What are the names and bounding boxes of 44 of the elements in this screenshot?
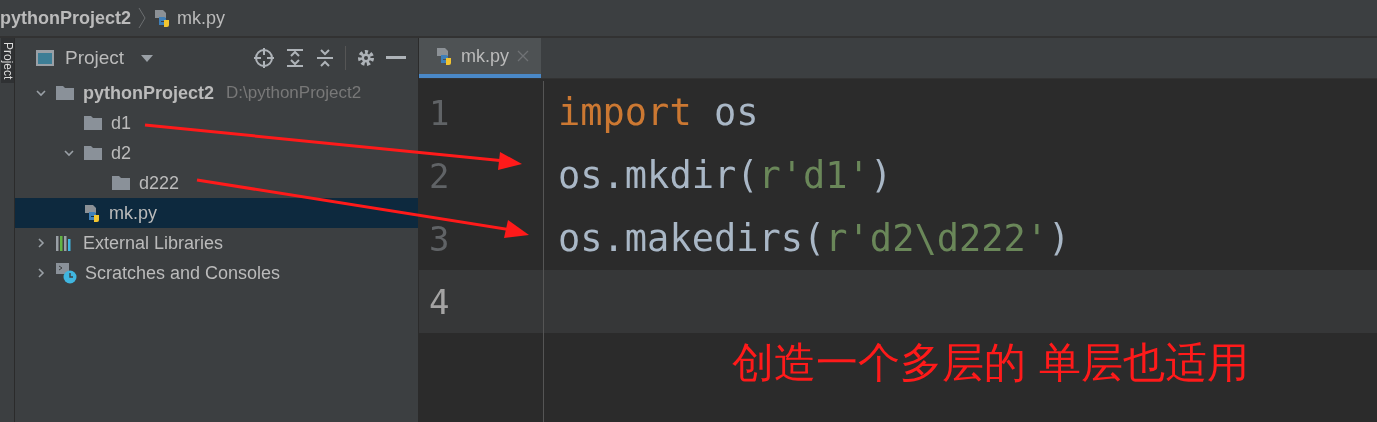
folder-icon (83, 145, 103, 161)
tree-row[interactable]: d1 (15, 108, 418, 138)
tree-label: Scratches and Consoles (85, 262, 281, 284)
tree-row[interactable]: mk.py (15, 198, 418, 228)
tree-label: d1 (111, 112, 132, 134)
minimize-icon[interactable] (386, 56, 406, 60)
tree-label: pythonProject2 (83, 82, 215, 104)
code-line: os.makedirs(r'd2\d222') (558, 217, 1071, 260)
expand-all-icon[interactable] (285, 48, 305, 68)
locate-icon[interactable] (253, 47, 275, 69)
breadcrumb-project[interactable]: pythonProject2 (0, 7, 132, 29)
line-number: 3 (428, 218, 451, 259)
project-tool-tab[interactable]: Project (0, 38, 14, 84)
tree-row[interactable]: External Libraries (15, 228, 418, 258)
collapse-all-icon[interactable] (315, 48, 335, 68)
tree-row[interactable]: d2 (15, 138, 418, 168)
breadcrumb-file[interactable]: mk.py (177, 7, 226, 29)
line-number: 2 (428, 155, 451, 196)
tree-row[interactable]: Scratches and Consoles (15, 258, 418, 288)
tree-label: d2 (111, 142, 132, 164)
folder-icon (55, 85, 75, 101)
code-line: os.mkdir(r'd1') (558, 154, 893, 197)
tree-label: mk.py (109, 202, 157, 224)
line-number: 1 (428, 92, 451, 133)
panel-title[interactable]: Project (65, 47, 125, 69)
scratches-icon (55, 262, 77, 284)
python-file-icon (435, 47, 453, 65)
tree-label: d222 (139, 172, 180, 194)
folder-icon (111, 175, 131, 191)
tree-row[interactable]: pythonProject2 D:\pythonProject2 (15, 78, 418, 108)
path-hint: D:\pythonProject2 (226, 83, 362, 103)
tree-row[interactable]: d222 (15, 168, 418, 198)
settings-icon[interactable] (356, 48, 376, 68)
folder-icon (83, 115, 103, 131)
dropdown-caret-icon[interactable] (140, 53, 155, 63)
code-line: import os (558, 91, 759, 134)
line-number: 4 (428, 281, 451, 322)
tree-label: External Libraries (83, 232, 224, 254)
python-file-icon (83, 204, 101, 222)
annotation-text: 创造一个多层的 单层也适用 (732, 337, 1250, 389)
separator-icon (137, 6, 148, 30)
editor-tab[interactable]: mk.py (419, 38, 541, 78)
python-file-icon (153, 9, 172, 27)
window-icon (35, 49, 55, 67)
